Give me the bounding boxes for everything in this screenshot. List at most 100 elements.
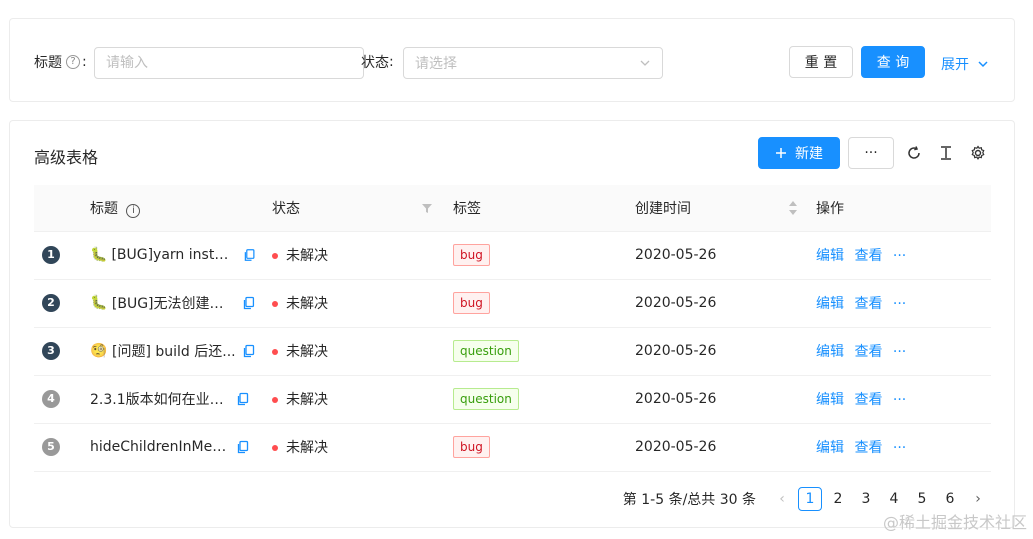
- row-created-time: 2020-05-26: [635, 343, 717, 359]
- title-cell: 🐛 [BUG]无法创建工...: [82, 279, 264, 328]
- copy-icon[interactable]: [242, 296, 256, 310]
- edit-link[interactable]: 编辑: [816, 344, 844, 360]
- setting-icon[interactable]: [968, 143, 988, 163]
- action-cell: 编辑 查看 ···: [808, 423, 991, 472]
- status-dot: [272, 253, 278, 259]
- page-item-3[interactable]: 3: [854, 487, 878, 511]
- reload-icon[interactable]: [904, 143, 924, 163]
- row-index-badge: 4: [42, 390, 60, 408]
- index-cell: 5: [34, 423, 82, 472]
- created-time-column-header[interactable]: 创建时间: [627, 185, 808, 232]
- data-table: 标题 i 状态 标签 创建时间 操作 1 🐛 [BUG]yarn install…: [34, 185, 991, 472]
- view-link[interactable]: 查看: [854, 440, 882, 456]
- title-column-header: 标题 i: [82, 185, 264, 232]
- status-dot: [272, 349, 278, 355]
- table-title: 高级表格: [34, 148, 99, 167]
- tag-cell: bug: [445, 423, 627, 472]
- action-cell: 编辑 查看 ···: [808, 327, 991, 376]
- row-status: 未解决: [286, 296, 328, 312]
- pagination: 第 1-5 条/总共 30 条 ‹ 123456 ›: [623, 487, 990, 511]
- created-time-cell: 2020-05-26: [627, 279, 808, 328]
- action-cell: 编辑 查看 ···: [808, 279, 991, 328]
- status-cell: 未解决: [264, 231, 445, 280]
- row-index-badge: 3: [42, 342, 60, 360]
- expand-button[interactable]: 展开: [941, 54, 989, 74]
- page-item-4[interactable]: 4: [882, 487, 906, 511]
- page-item-1[interactable]: 1: [798, 487, 822, 511]
- row-more-link[interactable]: ···: [893, 440, 906, 456]
- chevron-down-icon: [978, 61, 988, 68]
- table-row: 1 🐛 [BUG]yarn install... 未解决 bug 2020-05…: [34, 231, 991, 280]
- column-height-icon[interactable]: [936, 143, 956, 163]
- title-cell: 🐛 [BUG]yarn install...: [82, 231, 264, 280]
- edit-link[interactable]: 编辑: [816, 440, 844, 456]
- row-title: [BUG]yarn install...: [111, 247, 237, 263]
- copy-icon[interactable]: [236, 440, 250, 454]
- view-link[interactable]: 查看: [854, 344, 882, 360]
- filter-icon[interactable]: [421, 202, 433, 214]
- row-status: 未解决: [286, 392, 328, 408]
- edit-link[interactable]: 编辑: [816, 392, 844, 408]
- row-tag: bug: [453, 244, 490, 266]
- status-dot: [272, 301, 278, 307]
- title-emoji: 🐛: [90, 295, 108, 311]
- info-circle-icon[interactable]: i: [126, 203, 141, 218]
- status-select[interactable]: 请选择: [403, 47, 663, 79]
- edit-link[interactable]: 编辑: [816, 296, 844, 312]
- tag-cell: question: [445, 327, 627, 376]
- view-link[interactable]: 查看: [854, 296, 882, 312]
- status-dot: [272, 445, 278, 451]
- title-emoji: 🐛: [90, 247, 108, 263]
- row-tag: question: [453, 388, 519, 410]
- page-item-2[interactable]: 2: [826, 487, 850, 511]
- row-tag: bug: [453, 436, 490, 458]
- view-link[interactable]: 查看: [854, 248, 882, 264]
- row-tag: bug: [453, 292, 490, 314]
- page-item-5[interactable]: 5: [910, 487, 934, 511]
- title-input[interactable]: [94, 47, 364, 79]
- page-list: 123456: [798, 487, 962, 511]
- row-created-time: 2020-05-26: [635, 295, 717, 311]
- status-cell: 未解决: [264, 279, 445, 328]
- row-more-link[interactable]: ···: [893, 344, 906, 360]
- copy-icon[interactable]: [243, 248, 256, 262]
- sort-icon[interactable]: [788, 200, 798, 216]
- view-link[interactable]: 查看: [854, 392, 882, 408]
- status-select-placeholder: 请选择: [415, 56, 457, 72]
- table-header-row: 标题 i 状态 标签 创建时间 操作: [34, 185, 991, 232]
- prev-page-button[interactable]: ‹: [770, 491, 794, 507]
- index-column-header: [34, 185, 82, 232]
- reset-button[interactable]: 重 置: [789, 46, 853, 78]
- search-form-card: 标题 ? : 状态 : 请选择 重 置 查 询 展开: [9, 18, 1015, 102]
- copy-icon[interactable]: [242, 344, 256, 358]
- more-actions-button[interactable]: ···: [848, 137, 894, 169]
- status-cell: 未解决: [264, 375, 445, 424]
- title-cell: 2.3.1版本如何在业务...: [82, 375, 264, 424]
- edit-link[interactable]: 编辑: [816, 248, 844, 264]
- row-more-link[interactable]: ···: [893, 392, 906, 408]
- action-column-header: 操作: [808, 185, 991, 232]
- row-more-link[interactable]: ···: [893, 248, 906, 264]
- index-cell: 1: [34, 231, 82, 280]
- row-created-time: 2020-05-26: [635, 439, 717, 455]
- title-cell: hideChildrenInMenu...: [82, 423, 264, 472]
- next-page-button[interactable]: ›: [966, 491, 990, 507]
- page-item-6[interactable]: 6: [938, 487, 962, 511]
- question-circle-icon[interactable]: ?: [66, 55, 80, 69]
- new-button[interactable]: 新建: [758, 137, 840, 169]
- tag-cell: bug: [445, 279, 627, 328]
- row-index-badge: 1: [42, 246, 60, 264]
- created-time-cell: 2020-05-26: [627, 327, 808, 376]
- copy-icon[interactable]: [236, 392, 250, 406]
- status-cell: 未解决: [264, 327, 445, 376]
- status-label: 状态 :: [361, 54, 394, 71]
- row-more-link[interactable]: ···: [893, 296, 906, 312]
- created-time-cell: 2020-05-26: [627, 231, 808, 280]
- table-row: 3 🧐 [问题] build 后还... 未解决 question 2020-0…: [34, 327, 991, 376]
- status-dot: [272, 397, 278, 403]
- action-cell: 编辑 查看 ···: [808, 375, 991, 424]
- status-cell: 未解决: [264, 423, 445, 472]
- query-button[interactable]: 查 询: [861, 46, 925, 78]
- index-cell: 2: [34, 279, 82, 328]
- title-cell: 🧐 [问题] build 后还...: [82, 327, 264, 376]
